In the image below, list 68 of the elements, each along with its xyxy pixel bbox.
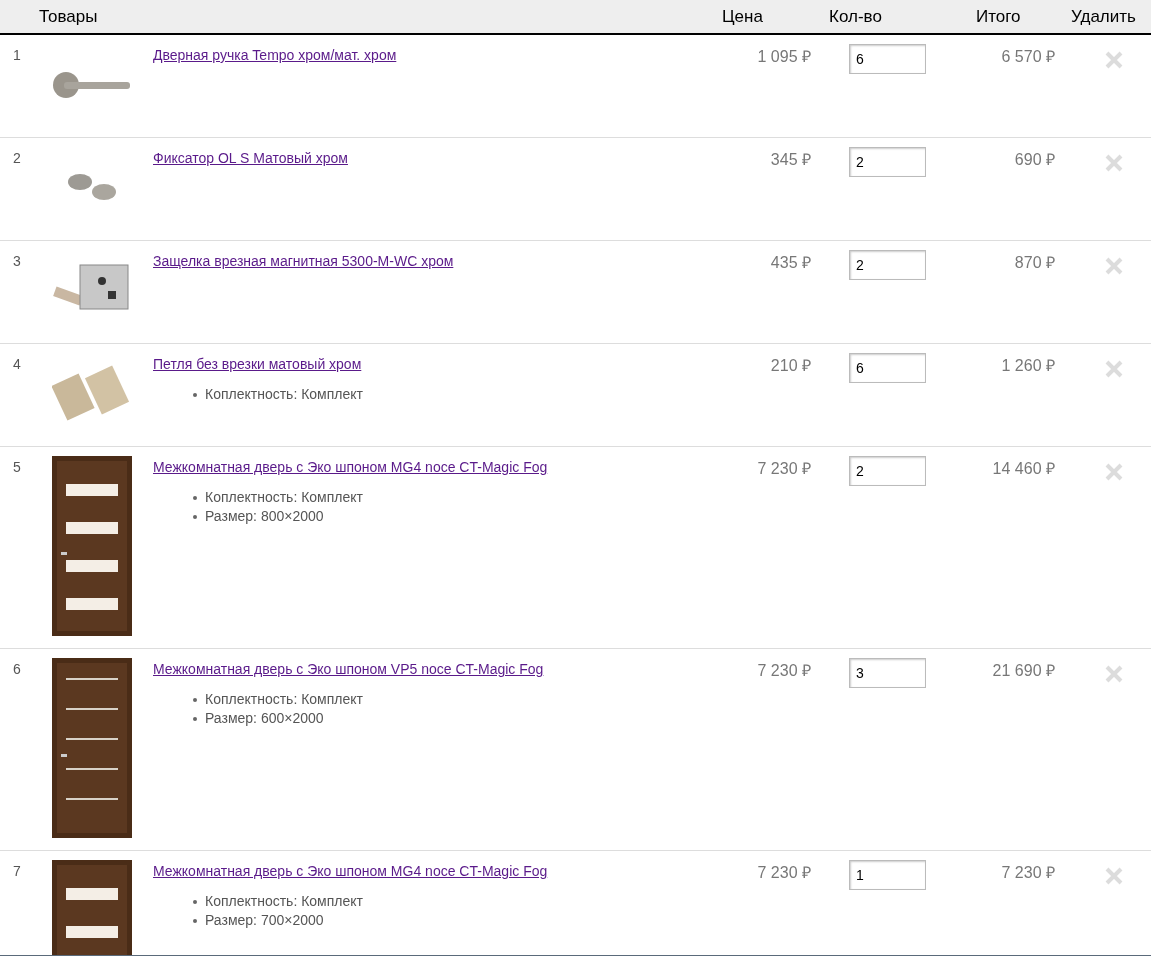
product-option: Коплектность: Комплект	[205, 689, 363, 710]
product-link[interactable]: Защелка врезная магнитная 5300-M-WC хром	[153, 251, 454, 272]
total-text: 14 460 ₽	[992, 459, 1055, 479]
quantity-field[interactable]: 6	[849, 353, 926, 383]
quantity-field[interactable]: 1	[849, 860, 926, 890]
close-icon	[1105, 360, 1123, 378]
price-text: 7 230 ₽	[757, 459, 811, 479]
bullet-icon	[193, 392, 197, 397]
row-number: 6	[12, 660, 22, 679]
product-option: Коплектность: Комплект	[205, 487, 363, 508]
remove-button[interactable]	[1103, 663, 1125, 685]
close-icon	[1105, 665, 1123, 683]
total-text: 690 ₽	[1014, 150, 1055, 170]
close-icon	[1105, 154, 1123, 172]
row-number: 1	[12, 46, 22, 65]
product-option: Размер: 700×2000	[205, 910, 324, 931]
remove-button[interactable]	[1103, 865, 1125, 887]
quantity-field[interactable]: 3	[849, 658, 926, 688]
product-link[interactable]: Межкомнатная дверь с Эко шпоном VP5 noce CT-Magic Fog	[153, 659, 544, 680]
product-option: Коплектность: Комплект	[205, 891, 363, 912]
bullet-icon	[193, 514, 197, 519]
product-link[interactable]: Межкомнатная дверь с Эко шпоном MG4 noce CT-Magic Fog	[153, 861, 548, 882]
row-number: 5	[12, 458, 22, 477]
remove-button[interactable]	[1103, 152, 1125, 174]
bullet-icon	[193, 697, 197, 702]
close-icon	[1105, 463, 1123, 481]
quantity-field[interactable]: 6	[849, 44, 926, 74]
total-text: 21 690 ₽	[992, 661, 1055, 681]
quantity-field[interactable]: 2	[849, 456, 926, 486]
column-header: Цена	[722, 5, 764, 28]
product-option: Размер: 800×2000	[205, 506, 324, 527]
remove-button[interactable]	[1103, 461, 1125, 483]
total-text: 6 570 ₽	[1001, 47, 1055, 67]
row-number: 3	[12, 252, 22, 271]
price-text: 7 230 ₽	[757, 863, 811, 883]
price-text: 1 095 ₽	[757, 47, 811, 67]
quantity-field[interactable]: 2	[849, 147, 926, 177]
price-text: 7 230 ₽	[757, 661, 811, 681]
column-header: Кол-во	[829, 5, 883, 28]
bullet-icon	[193, 716, 197, 721]
price-text: 345 ₽	[770, 150, 811, 170]
price-text: 210 ₽	[770, 356, 811, 376]
product-link[interactable]: Межкомнатная дверь с Эко шпоном MG4 noce CT-Magic Fog	[153, 457, 548, 478]
remove-button[interactable]	[1103, 358, 1125, 380]
bullet-icon	[193, 495, 197, 500]
row-number: 2	[12, 149, 22, 168]
row-number: 4	[12, 355, 22, 374]
column-header: Удалить	[1071, 5, 1136, 28]
column-header: Товары	[39, 5, 99, 28]
remove-button[interactable]	[1103, 255, 1125, 277]
total-text: 7 230 ₽	[1001, 863, 1055, 883]
product-option: Коплектность: Комплект	[205, 384, 363, 405]
close-icon	[1105, 257, 1123, 275]
product-option: Размер: 600×2000	[205, 708, 324, 729]
product-link[interactable]: Петля без врезки матовый хром	[153, 354, 362, 375]
row-number: 7	[12, 862, 22, 881]
total-text: 870 ₽	[1014, 253, 1055, 273]
price-text: 435 ₽	[770, 253, 811, 273]
total-text: 1 260 ₽	[1001, 356, 1055, 376]
quantity-field[interactable]: 2	[849, 250, 926, 280]
product-link[interactable]: Дверная ручка Tempo хром/мат. хром	[153, 45, 397, 66]
close-icon	[1105, 867, 1123, 885]
close-icon	[1105, 51, 1123, 69]
bullet-icon	[193, 899, 197, 904]
remove-button[interactable]	[1103, 49, 1125, 71]
column-header: Итого	[976, 5, 1022, 28]
product-link[interactable]: Фиксатор OL S Матовый хром	[153, 148, 348, 169]
bullet-icon	[193, 918, 197, 923]
